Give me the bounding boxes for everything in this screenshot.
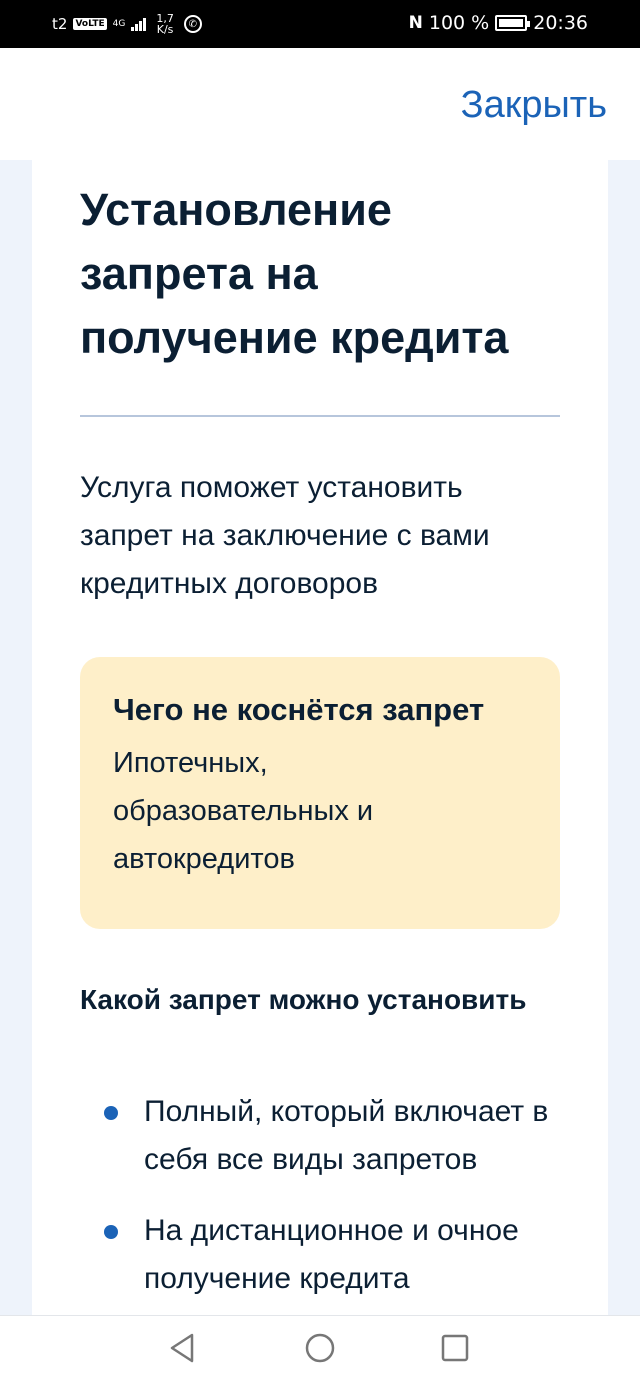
battery-percent: 100 % <box>428 12 490 34</box>
intro-text: Услуга поможет установить запрет на закл… <box>80 471 490 600</box>
navigation-bar <box>0 1315 640 1379</box>
home-icon[interactable] <box>280 1316 360 1379</box>
section-title: Какой запрет можно установить <box>80 984 527 1015</box>
content-card: Установление запрета на получение кредит… <box>32 160 608 1316</box>
bullet-icon <box>104 1225 118 1239</box>
list-item-text: На дистанционное и очное получение креди… <box>144 1214 519 1295</box>
whatsapp-icon: ✆ <box>183 15 202 33</box>
volte-badge: VoLTE <box>73 18 107 30</box>
close-button[interactable]: Закрыть <box>461 84 607 127</box>
ban-options-list: Полный, который включает в себя все виды… <box>80 1088 560 1316</box>
divider <box>80 415 560 417</box>
battery-icon <box>495 15 531 31</box>
network-label: 4G <box>112 18 126 29</box>
bullet-icon <box>104 1106 118 1120</box>
clock: 20:36 <box>533 12 588 34</box>
back-icon[interactable] <box>142 1316 222 1379</box>
carrier-label: t2 <box>52 15 68 33</box>
page-title: Установление запрета на получение кредит… <box>80 184 509 363</box>
signal-icon <box>131 17 147 31</box>
note-text: Ипотечных, образовательных и автокредито… <box>113 747 374 875</box>
list-item-text: Полный, который включает в себя все виды… <box>144 1095 549 1176</box>
network-type: 4G <box>112 18 126 29</box>
status-right: N 100 % 20:36 <box>409 12 588 34</box>
list-item: Полный, который включает в себя все виды… <box>80 1088 560 1184</box>
network-speed: 1,7 K/s <box>156 13 174 35</box>
recents-icon[interactable] <box>415 1316 495 1379</box>
battery-level <box>499 19 524 27</box>
speed-unit: K/s <box>156 23 174 36</box>
info-note: Чего не коснётся запрет Ипотечных, образ… <box>80 657 560 929</box>
list-item: На дистанционное и очное получение креди… <box>80 1207 560 1303</box>
top-header: Закрыть <box>0 48 640 160</box>
note-title: Чего не коснётся запрет <box>113 692 485 727</box>
status-left: t2 VoLTE 4G 1,7 K/s ✆ <box>52 13 202 35</box>
status-bar: t2 VoLTE 4G 1,7 K/s ✆ N 100 % 20:36 <box>0 0 640 48</box>
nfc-icon: N <box>408 13 423 33</box>
